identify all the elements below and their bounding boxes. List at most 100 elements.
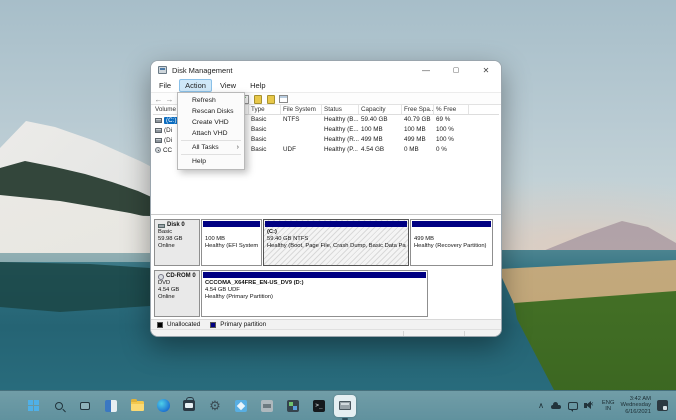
store-button[interactable]: [178, 395, 200, 417]
forward-arrow-icon[interactable]: →: [164, 94, 175, 104]
widgets-button[interactable]: [100, 395, 122, 417]
help-book-icon[interactable]: [252, 94, 263, 104]
menu-separator: [181, 154, 241, 155]
active-app-indicator: [342, 418, 348, 420]
col-type[interactable]: Type: [249, 105, 281, 114]
partition-recovery[interactable]: 499 MB Healthy (Recovery Partition): [410, 219, 493, 266]
windows-logo-icon: [28, 400, 39, 411]
disk-size: 59.98 GB: [158, 236, 196, 243]
disk-name: Disk 0: [167, 222, 185, 229]
app-icon-blue: [235, 400, 247, 412]
menu-item-attach-vhd[interactable]: Attach VHD: [178, 128, 244, 139]
cell-capacity: 4.54 GB: [359, 145, 402, 155]
app-button-1[interactable]: [230, 395, 252, 417]
help-book-icon-2[interactable]: [265, 94, 276, 104]
disk-size: 4.54 GB: [158, 287, 196, 294]
cell-status: Healthy (R...: [322, 135, 359, 145]
maximize-button[interactable]: ▢: [441, 61, 471, 79]
disk-name: CD-ROM 0: [166, 273, 196, 280]
notification-icon[interactable]: [657, 400, 668, 411]
menu-file[interactable]: File: [153, 79, 177, 92]
pane-splitter[interactable]: [151, 214, 501, 215]
menu-item-rescan-disks[interactable]: Rescan Disks: [178, 106, 244, 117]
primary-partition-bar: [203, 272, 426, 278]
cell-pct: 69 %: [434, 115, 469, 125]
all-tasks-label: All Tasks: [192, 144, 219, 151]
disk0-label[interactable]: Disk 0 Basic 59.98 GB Online: [154, 219, 200, 266]
disk-management-taskbar-button[interactable]: [334, 395, 356, 417]
back-arrow-icon[interactable]: ←: [153, 94, 164, 104]
cell-fs: NTFS: [281, 115, 322, 125]
menu-item-create-vhd[interactable]: Create VHD: [178, 117, 244, 128]
widgets-icon: [105, 400, 117, 412]
disk-management-app-icon: [158, 66, 167, 74]
col-file-system[interactable]: File System: [281, 105, 322, 114]
menu-view[interactable]: View: [214, 79, 242, 92]
cell-capacity: 59.40 GB: [359, 115, 402, 125]
app-icon-gray: [261, 400, 273, 412]
partition-efi[interactable]: 100 MB Healthy (EFI System P...: [201, 219, 262, 266]
settings-button[interactable]: ⚙: [204, 395, 226, 417]
search-icon: [55, 402, 63, 410]
app-button-2[interactable]: [256, 395, 278, 417]
menu-item-help[interactable]: Help: [178, 156, 244, 167]
search-button[interactable]: [48, 395, 70, 417]
submenu-arrow-icon: ›: [237, 142, 239, 153]
drive-icon: [155, 118, 162, 123]
onedrive-cloud-icon[interactable]: [550, 402, 562, 409]
cell-type: Basic: [249, 135, 281, 145]
system-tray: ∧ ENG IN 3:42 AM Wednesday 6/16/2021: [538, 396, 676, 415]
volume-name: (Di: [164, 127, 172, 134]
language-line2: IN: [602, 406, 615, 412]
close-button[interactable]: ✕: [471, 61, 501, 79]
title-bar[interactable]: Disk Management — ▢ ✕: [151, 61, 501, 79]
app-button-3[interactable]: [282, 395, 304, 417]
col-free-space[interactable]: Free Spa...: [402, 105, 434, 114]
menu-action[interactable]: Action: [179, 79, 212, 92]
file-explorer-button[interactable]: [126, 395, 148, 417]
menu-bar: File Action View Help: [151, 79, 501, 92]
cdrom0-label[interactable]: CD-ROM 0 DVD 4.54 GB Online: [154, 270, 200, 317]
partition-status: Healthy (Recovery Partition): [414, 243, 490, 250]
edge-button[interactable]: [152, 395, 174, 417]
show-console-icon[interactable]: [278, 94, 289, 104]
task-view-button[interactable]: [74, 395, 96, 417]
col-status[interactable]: Status: [322, 105, 359, 114]
partition-size: 499 MB: [414, 236, 490, 243]
primary-partition-bar: [265, 221, 407, 227]
cell-free: 100 MB: [402, 125, 434, 135]
cell-pct: 0 %: [434, 145, 469, 155]
cell-capacity: 499 MB: [359, 135, 402, 145]
cell-type: Basic: [249, 145, 281, 155]
menu-item-refresh[interactable]: Refresh: [178, 95, 244, 106]
col-pct-free[interactable]: % Free: [434, 105, 469, 114]
clock[interactable]: 3:42 AM Wednesday 6/16/2021: [620, 396, 651, 415]
cd-icon: [155, 147, 161, 153]
terminal-button[interactable]: >_: [308, 395, 330, 417]
cell-status: Healthy (E...: [322, 125, 359, 135]
disk-icon: [158, 224, 165, 228]
legend-bar: Unallocated Primary partition: [151, 319, 501, 329]
chat-icon[interactable]: [568, 402, 578, 410]
speaker-muted-icon[interactable]: [584, 401, 596, 410]
language-indicator[interactable]: ENG IN: [602, 400, 615, 412]
disk-status: Online: [158, 294, 196, 301]
drive-icon: [155, 128, 162, 133]
partition-name: (C:): [267, 229, 406, 236]
primary-partition-bar: [203, 221, 260, 227]
partition-size: 4.54 GB UDF: [205, 287, 425, 294]
taskbar: ⚙ >_ ∧ ENG IN 3:42 AM Wednesday 6/16/202…: [0, 390, 676, 420]
menu-item-all-tasks[interactable]: All Tasks ›: [178, 142, 244, 153]
gear-icon: ⚙: [209, 399, 221, 412]
cell-free: 0 MB: [402, 145, 434, 155]
menu-help[interactable]: Help: [244, 79, 271, 92]
partition-dvd[interactable]: CCCOMA_X64FRE_EN-US_DV9 (D:) 4.54 GB UDF…: [201, 270, 428, 317]
col-capacity[interactable]: Capacity: [359, 105, 402, 114]
tray-chevron-icon[interactable]: ∧: [538, 402, 544, 410]
partition-c[interactable]: (C:) 59.40 GB NTFS Healthy (Boot, Page F…: [263, 219, 409, 266]
minimize-button[interactable]: —: [411, 61, 441, 79]
cell-free: 499 MB: [402, 135, 434, 145]
start-button[interactable]: [22, 395, 44, 417]
cell-type: Basic: [249, 125, 281, 135]
cell-fs: UDF: [281, 145, 322, 155]
